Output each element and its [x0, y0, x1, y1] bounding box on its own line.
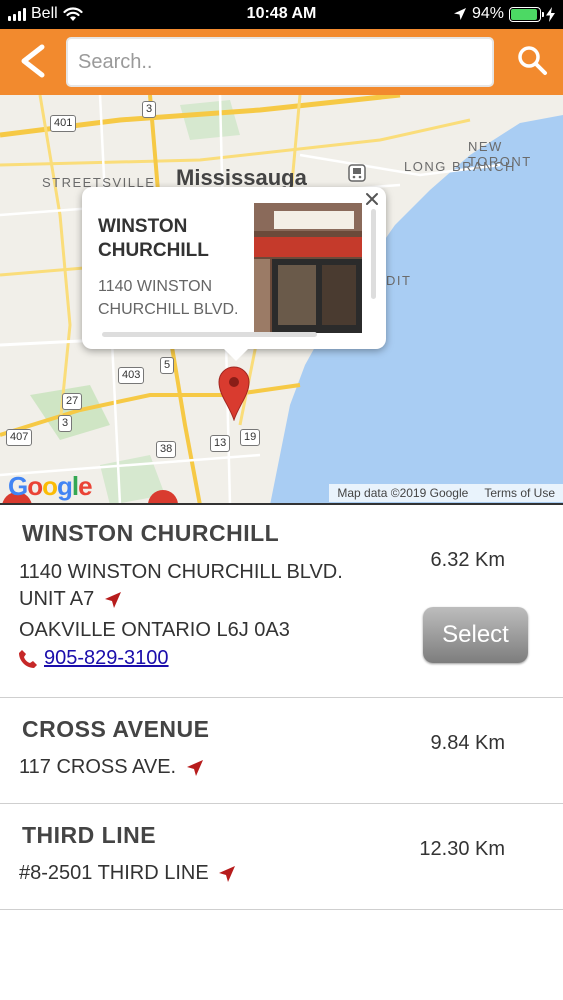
carrier-label: Bell: [31, 5, 58, 22]
highway-shield: 13: [210, 435, 231, 452]
highway-shield: 19: [240, 429, 261, 446]
store-list: WINSTON CHURCHILL 1140 WINSTON CHURCHILL…: [0, 507, 563, 910]
address-line-1: #8-2501 THIRD LINE: [19, 862, 209, 884]
address-line-1: 1140 WINSTON CHURCHILL BLVD.: [19, 561, 343, 583]
store-address: #8-2501 THIRD LINE: [19, 860, 236, 887]
info-window-address: 1140 WINSTON CHURCHILL BLVD. UNIT A7: [98, 278, 239, 318]
phone-icon: [19, 649, 37, 668]
charging-icon: [546, 6, 555, 22]
map-label-new-toronto: NEW TORONT: [468, 139, 532, 169]
store-city-line: OAKVILLE ONTARIO L6J 0A3: [19, 619, 290, 641]
terms-of-use-link[interactable]: Terms of Use: [476, 484, 563, 502]
store-list-item[interactable]: CROSS AVENUE 117 CROSS AVE. 9.84 Km: [0, 698, 563, 804]
store-list-item[interactable]: THIRD LINE #8-2501 THIRD LINE 12.30 Km: [0, 804, 563, 910]
vertical-scrollbar[interactable]: [371, 209, 376, 299]
highway-shield: 38: [156, 441, 177, 458]
back-arrow-icon[interactable]: [10, 41, 54, 81]
search-input[interactable]: [68, 39, 492, 85]
info-window-title: WINSTON CHURCHILL: [98, 216, 209, 261]
map-pin[interactable]: [146, 485, 180, 505]
address-line-2: UNIT A7: [19, 588, 95, 610]
highway-shield: 401: [50, 115, 77, 132]
store-photo: [254, 203, 362, 333]
store-name: WINSTON CHURCHILL: [22, 520, 280, 546]
highway-shield: 407: [6, 429, 33, 446]
map-data-credit: Map data ©2019 Google: [337, 486, 469, 500]
map-attribution: Map data ©2019 Google Terms of Use: [329, 484, 563, 502]
battery-icon: [509, 6, 544, 22]
store-address: 117 CROSS AVE.: [19, 754, 204, 781]
store-distance: 12.30 Km: [419, 838, 505, 860]
store-distance: 6.32 Km: [430, 549, 505, 571]
transit-icon: [348, 164, 366, 182]
map-label-partial: DIT: [386, 273, 412, 288]
highway-shield: 403: [118, 367, 145, 384]
address-line-1: 117 CROSS AVE.: [19, 756, 177, 778]
location-arrow-icon: [453, 8, 466, 20]
status-bar: Bell 10:48 AM 94%: [0, 0, 563, 29]
phone-link[interactable]: 905-829-3100: [44, 647, 169, 670]
horizontal-scrollbar[interactable]: [102, 332, 317, 337]
map-info-window[interactable]: WINSTON CHURCHILL 1140 WINSTON CHURCHILL…: [82, 187, 386, 361]
store-list-item[interactable]: WINSTON CHURCHILL 1140 WINSTON CHURCHILL…: [0, 507, 563, 698]
signal-icon: [8, 7, 26, 21]
navigation-arrow-icon[interactable]: [186, 759, 204, 777]
map-pin-selected[interactable]: [217, 365, 251, 421]
header-bar: [0, 29, 563, 95]
highway-shield: 3: [58, 415, 73, 432]
store-name: CROSS AVENUE: [22, 716, 210, 742]
wifi-icon: [63, 6, 83, 21]
navigation-arrow-icon[interactable]: [218, 865, 236, 883]
navigation-arrow-icon[interactable]: [104, 591, 122, 609]
map-view[interactable]: Mississauga STREETSVILLE LONG BRANCH NEW…: [0, 95, 563, 505]
store-address: 1140 WINSTON CHURCHILL BLVD. UNIT A7: [19, 559, 343, 613]
select-button[interactable]: Select: [423, 607, 528, 663]
highway-shield: 5: [160, 357, 175, 374]
search-box[interactable]: [66, 37, 494, 87]
store-name: THIRD LINE: [22, 822, 157, 848]
search-icon[interactable]: [515, 43, 549, 77]
close-icon[interactable]: [364, 191, 380, 207]
highway-shield: 27: [62, 393, 83, 410]
store-distance: 9.84 Km: [430, 732, 505, 754]
phone-row: 905-829-3100: [18, 647, 169, 670]
highway-shield: 3: [142, 101, 157, 118]
battery-percent: 94%: [471, 5, 504, 22]
google-logo: Google: [8, 471, 93, 501]
